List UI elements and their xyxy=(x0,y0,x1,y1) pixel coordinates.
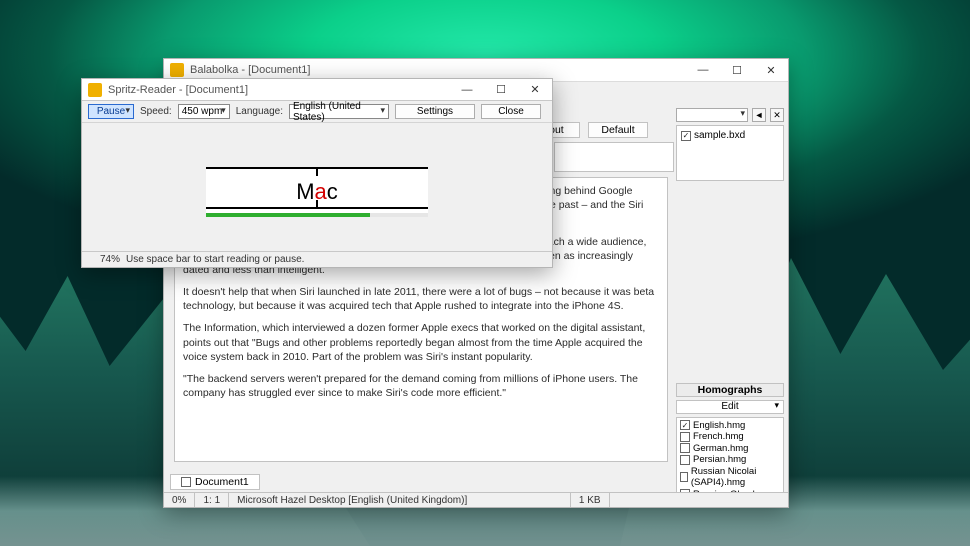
homograph-item-label: English.hmg xyxy=(693,420,745,432)
homograph-item[interactable]: German.hmg xyxy=(680,443,780,455)
checkbox-icon[interactable] xyxy=(680,455,690,465)
document-tab-label: Document1 xyxy=(195,476,249,488)
progress-fill xyxy=(206,213,370,217)
settings-label: Settings xyxy=(417,106,453,117)
homographs-edit-label: Edit xyxy=(721,401,738,412)
homograph-item-label: French.hmg xyxy=(693,431,744,443)
homograph-item[interactable]: Persian.hmg xyxy=(680,454,780,466)
close-button[interactable]: ✕ xyxy=(518,79,552,101)
doc-paragraph: It doesn't help that when Siri launched … xyxy=(183,285,659,313)
maximize-button[interactable]: ☐ xyxy=(720,59,754,81)
dictionary-dropdown[interactable] xyxy=(676,108,748,122)
right-panel: ◄ ✕ ✓ sample.bxd Homographs Edit ✓Englis… xyxy=(676,108,784,503)
language-dropdown[interactable]: English (United States) xyxy=(289,104,389,119)
balabolka-status-bar: 0% 1: 1 Microsoft Hazel Desktop [English… xyxy=(164,492,788,507)
homographs-heading: Homographs xyxy=(676,383,784,397)
spritz-status-percent: 74% xyxy=(82,254,126,265)
document-tab[interactable]: Document1 xyxy=(170,474,260,490)
homograph-item[interactable]: French.hmg xyxy=(680,431,780,443)
word-post: c xyxy=(327,179,338,204)
preview-box[interactable] xyxy=(554,142,674,172)
checkbox-icon[interactable]: ✓ xyxy=(680,420,690,430)
checkbox-icon[interactable] xyxy=(680,432,690,442)
speed-label: Speed: xyxy=(140,106,172,117)
checkbox-icon[interactable]: ✓ xyxy=(681,131,691,141)
spritz-window: Spritz-Reader - [Document1] — ☐ ✕ Pause … xyxy=(81,78,553,268)
speed-value: 450 wpm xyxy=(182,106,223,117)
balabolka-title: Balabolka - [Document1] xyxy=(190,64,686,76)
maximize-button[interactable]: ☐ xyxy=(484,79,518,101)
progress-track[interactable] xyxy=(206,213,428,217)
minimize-button[interactable]: — xyxy=(450,79,484,101)
speed-dropdown[interactable]: 450 wpm xyxy=(178,104,230,119)
reader-stage: Mac xyxy=(206,167,428,217)
homograph-item-label: Persian.hmg xyxy=(693,454,746,466)
doc-paragraph: The Information, which interviewed a doz… xyxy=(183,321,659,364)
language-label: Language: xyxy=(236,106,283,117)
doc-paragraph: "The backend servers weren't prepared fo… xyxy=(183,372,659,400)
status-voice: Microsoft Hazel Desktop [English (United… xyxy=(229,493,571,507)
homograph-item-label: German.hmg xyxy=(693,443,748,455)
spritz-toolbar: Pause Speed: 450 wpm Language: English (… xyxy=(82,101,552,123)
homograph-item[interactable]: Russian Nicolai (SAPI4).hmg xyxy=(680,466,780,489)
document-tab-strip: Document1 xyxy=(170,473,260,491)
close-label: Close xyxy=(498,106,524,117)
language-value: English (United States) xyxy=(293,101,385,123)
stage-top-tick xyxy=(316,169,318,176)
spritz-status-bar: 74% Use space bar to start reading or pa… xyxy=(82,251,552,267)
pause-label: Pause xyxy=(97,106,125,117)
spritz-app-icon xyxy=(88,83,102,97)
dictionary-item[interactable]: ✓ sample.bxd xyxy=(681,129,779,142)
homograph-item-label: Russian Nicolai (SAPI4).hmg xyxy=(691,466,780,489)
pause-play-dropdown[interactable]: Pause xyxy=(88,104,134,119)
stage-bottom-bar xyxy=(206,207,428,209)
left-arrow-button[interactable]: ◄ xyxy=(752,108,766,122)
close-reader-button[interactable]: Close xyxy=(481,104,541,119)
dictionary-item-label: sample.bxd xyxy=(694,129,745,142)
spritz-status-hint: Use space bar to start reading or pause. xyxy=(126,254,304,265)
homographs-edit-dropdown[interactable]: Edit xyxy=(676,400,784,414)
stage-bottom-tick xyxy=(316,200,318,207)
status-size: 1 KB xyxy=(571,493,610,507)
close-panel-button[interactable]: ✕ xyxy=(770,108,784,122)
spritz-titlebar[interactable]: Spritz-Reader - [Document1] — ☐ ✕ xyxy=(82,79,552,101)
checkbox-icon[interactable] xyxy=(680,443,690,453)
minimize-button[interactable]: — xyxy=(686,59,720,81)
word-pre: M xyxy=(296,179,314,204)
homographs-list[interactable]: ✓English.hmgFrench.hmgGerman.hmgPersian.… xyxy=(676,417,784,504)
close-button[interactable]: ✕ xyxy=(754,59,788,81)
spritz-title-text: Spritz-Reader - [Document1] xyxy=(108,84,450,96)
checkbox-icon[interactable] xyxy=(680,472,688,482)
default-button[interactable]: Default xyxy=(588,122,648,138)
homograph-item[interactable]: ✓English.hmg xyxy=(680,420,780,432)
dictionary-list[interactable]: ✓ sample.bxd xyxy=(676,125,784,181)
checkbox-icon[interactable] xyxy=(181,477,191,487)
balabolka-app-icon xyxy=(170,63,184,77)
settings-button[interactable]: Settings xyxy=(395,104,475,119)
status-percent: 0% xyxy=(164,493,195,507)
status-line-col: 1: 1 xyxy=(195,493,229,507)
right-panel-toolbar: ◄ ✕ xyxy=(676,108,784,122)
